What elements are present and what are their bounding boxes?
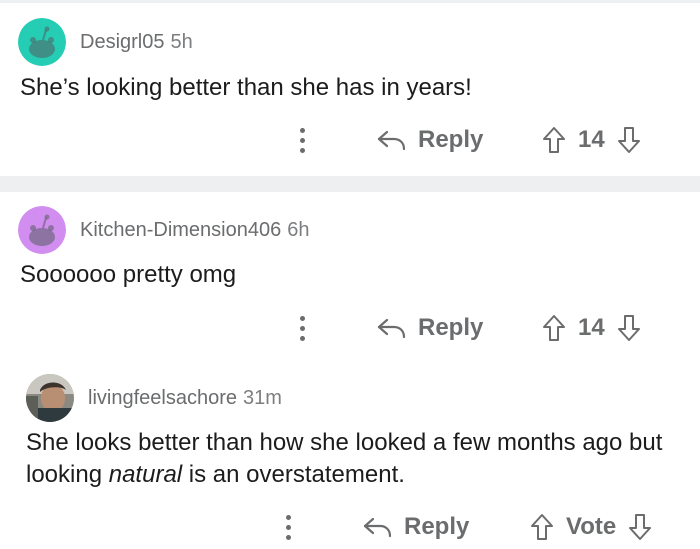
more-options-icon[interactable] xyxy=(292,308,312,348)
reply-label: Reply xyxy=(418,314,484,341)
username[interactable]: livingfeelsachore xyxy=(88,387,237,410)
comment-text: Soooooo pretty omg xyxy=(20,261,237,288)
comment-header: livingfeelsachore 31m xyxy=(26,374,282,422)
comment-text-emphasis: natural xyxy=(108,461,183,488)
snoo-avatar-icon xyxy=(18,18,66,66)
comment-text: She looks better than how she looked a f… xyxy=(26,427,686,491)
more-options-icon[interactable] xyxy=(278,507,298,547)
reply-button[interactable]: Reply xyxy=(376,308,483,348)
reply-arrow-icon xyxy=(362,516,392,538)
reply-arrow-icon xyxy=(376,129,406,151)
vote-controls: 14 xyxy=(542,308,641,348)
timestamp: 6h xyxy=(287,218,310,241)
top-separator xyxy=(0,0,700,3)
avatar[interactable] xyxy=(18,18,66,66)
timestamp: 5h xyxy=(170,30,193,53)
timestamp: 31m xyxy=(242,386,282,409)
reply-label: Reply xyxy=(418,126,484,153)
reply-button[interactable]: Reply xyxy=(376,120,483,160)
downvote-arrow-icon[interactable] xyxy=(617,126,641,154)
upvote-arrow-icon[interactable] xyxy=(542,314,566,342)
downvote-arrow-icon[interactable] xyxy=(628,513,652,541)
comment-text: She’s looking better than she has in yea… xyxy=(20,74,472,101)
comment-text-end: is an overstatement. xyxy=(182,461,405,488)
avatar[interactable] xyxy=(18,206,66,254)
vote-label: Vote xyxy=(566,513,617,540)
comment-header: Desigrl05 5h xyxy=(18,18,193,66)
snoo-avatar-icon xyxy=(18,206,66,254)
profile-photo-icon xyxy=(26,374,74,422)
reply-label: Reply xyxy=(404,513,470,540)
avatar[interactable] xyxy=(26,374,74,422)
upvote-arrow-icon[interactable] xyxy=(530,513,554,541)
vote-controls: Vote xyxy=(530,507,652,547)
vote-count: 14 xyxy=(578,314,605,341)
more-options-icon[interactable] xyxy=(292,120,312,160)
username[interactable]: Desigrl05 xyxy=(80,31,164,54)
reply-button[interactable]: Reply xyxy=(362,507,469,547)
comment-header: Kitchen-Dimension406 6h xyxy=(18,206,309,254)
reply-arrow-icon xyxy=(376,317,406,339)
downvote-arrow-icon[interactable] xyxy=(617,314,641,342)
vote-count: 14 xyxy=(578,126,605,153)
vote-controls: 14 xyxy=(542,120,641,160)
username[interactable]: Kitchen-Dimension406 xyxy=(80,219,281,242)
upvote-arrow-icon[interactable] xyxy=(542,126,566,154)
comment-separator xyxy=(0,176,700,192)
